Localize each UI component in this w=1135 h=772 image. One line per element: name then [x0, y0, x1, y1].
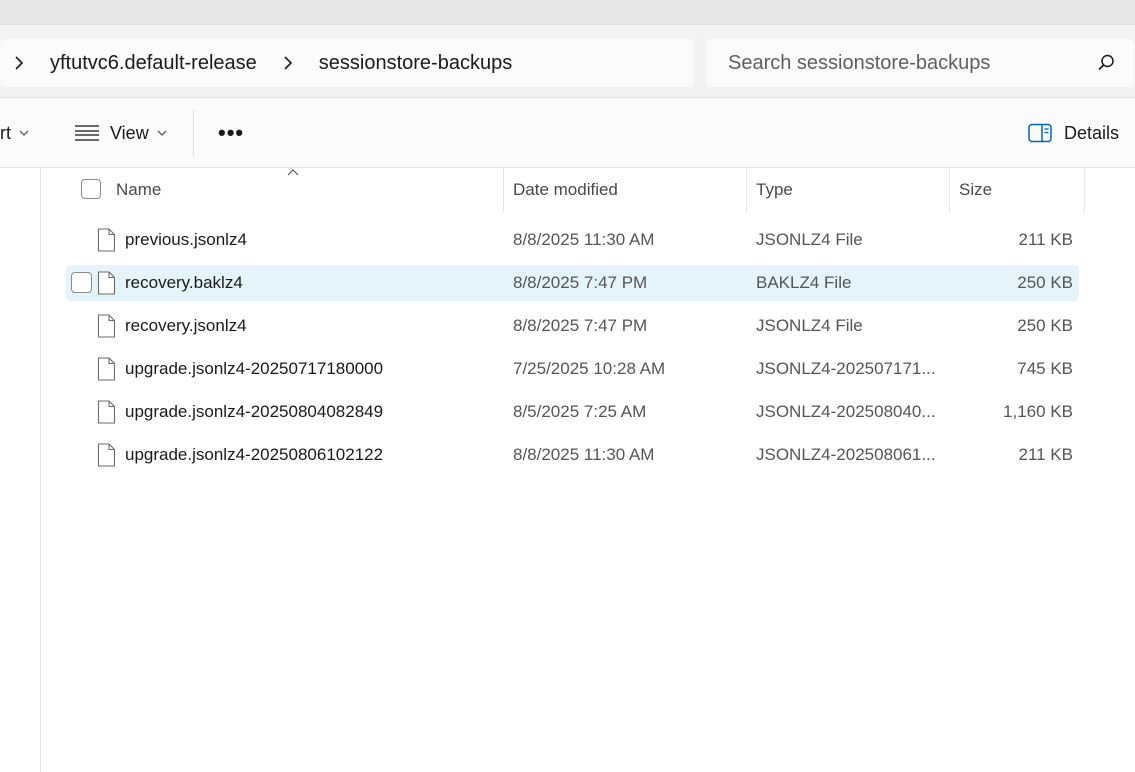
chevron-down-icon — [157, 130, 167, 136]
file-type: JSONLZ4-202508040... — [756, 402, 936, 421]
row-checkbox[interactable] — [71, 272, 92, 293]
file-date-modified: 8/8/2025 7:47 PM — [513, 273, 648, 292]
details-pane-button[interactable]: Details — [1028, 98, 1119, 168]
file-icon — [97, 228, 116, 252]
column-header-row: Name Date modified Type Size — [0, 168, 1135, 212]
file-name: recovery.baklz4 — [125, 273, 243, 292]
file-type: JSONLZ4-202508061... — [756, 445, 936, 464]
file-date-modified: 7/25/2025 10:28 AM — [513, 359, 666, 378]
search-input[interactable] — [706, 51, 1066, 75]
list-lines-icon — [75, 125, 99, 141]
breadcrumb-current-folder[interactable]: sessionstore-backups — [307, 52, 524, 75]
chevron-down-icon — [19, 130, 29, 136]
file-row[interactable]: recovery.baklz4 8/8/2025 7:47 PM BAKLZ4 Fi… — [66, 265, 1079, 301]
file-row[interactable]: upgrade.jsonlz4-20250806102122 8/8/2025 1… — [66, 437, 1079, 473]
navigation-pane-border — [40, 168, 41, 772]
column-header-size[interactable]: Size — [959, 168, 992, 212]
search-icon[interactable] — [1096, 53, 1116, 73]
column-header-name[interactable]: Name — [116, 168, 161, 212]
toolbar-divider — [193, 109, 194, 157]
file-size: 250 KB — [1017, 316, 1073, 335]
column-header-type[interactable]: Type — [756, 168, 793, 212]
command-bar: rt View ••• Details — [0, 98, 1135, 168]
file-icon — [97, 271, 116, 295]
column-resize-handle[interactable] — [746, 168, 747, 212]
sort-label: rt — [0, 122, 11, 143]
file-list-pane: Name Date modified Type Size previous.js… — [0, 168, 1135, 772]
file-date-modified: 8/5/2025 7:25 AM — [513, 402, 647, 421]
file-icon — [97, 400, 116, 424]
file-date-modified: 8/8/2025 11:30 AM — [513, 230, 655, 249]
file-type: JSONLZ4 File — [756, 230, 863, 249]
file-type: JSONLZ4-202507171... — [756, 359, 936, 378]
select-all-checkbox[interactable] — [81, 179, 101, 199]
column-resize-handle[interactable] — [1084, 168, 1085, 212]
sort-ascending-icon — [287, 169, 299, 176]
window-title-bar — [0, 0, 1135, 24]
file-row[interactable]: upgrade.jsonlz4-20250804082849 8/5/2025 7… — [66, 394, 1079, 430]
file-size: 745 KB — [1017, 359, 1073, 378]
file-name: upgrade.jsonlz4-20250717180000 — [125, 359, 384, 378]
file-type: BAKLZ4 File — [756, 273, 852, 292]
file-row[interactable]: upgrade.jsonlz4-20250717180000 7/25/2025 … — [66, 351, 1079, 387]
chevron-right-icon[interactable] — [269, 39, 307, 87]
view-button[interactable]: View — [74, 98, 167, 168]
breadcrumb-profile[interactable]: yftutvc6.default-release — [38, 52, 269, 75]
file-size: 250 KB — [1017, 273, 1073, 292]
view-label: View — [110, 122, 149, 143]
file-size: 1,160 KB — [1003, 402, 1073, 421]
chevron-right-icon[interactable] — [0, 39, 38, 87]
address-bar[interactable]: yftutvc6.default-release sessionstore-ba… — [0, 39, 694, 87]
details-label: Details — [1064, 122, 1120, 143]
file-type: JSONLZ4 File — [756, 316, 863, 335]
search-box[interactable] — [706, 39, 1134, 87]
file-date-modified: 8/8/2025 11:30 AM — [513, 445, 655, 464]
file-name: upgrade.jsonlz4-20250806102122 — [125, 445, 384, 464]
file-icon — [97, 443, 116, 467]
file-name: recovery.jsonlz4 — [125, 316, 247, 335]
address-bar-row: yftutvc6.default-release sessionstore-ba… — [0, 24, 1135, 98]
file-row[interactable]: recovery.jsonlz4 8/8/2025 7:47 PM JSONLZ4 … — [66, 308, 1079, 344]
file-name: previous.jsonlz4 — [125, 230, 247, 249]
more-options-button[interactable]: ••• — [218, 98, 244, 168]
file-date-modified: 8/8/2025 7:47 PM — [513, 316, 648, 335]
file-row[interactable]: previous.jsonlz4 8/8/2025 11:30 AM JSONLZ4… — [66, 222, 1079, 258]
file-icon — [97, 357, 116, 381]
details-pane-icon — [1028, 123, 1052, 143]
file-size: 211 KB — [1018, 445, 1073, 464]
sort-button[interactable]: rt — [0, 98, 29, 168]
file-icon — [97, 314, 116, 338]
file-size: 211 KB — [1018, 230, 1073, 249]
column-resize-handle[interactable] — [949, 168, 950, 212]
column-header-date[interactable]: Date modified — [513, 168, 618, 212]
file-name: upgrade.jsonlz4-20250804082849 — [125, 402, 384, 421]
column-resize-handle[interactable] — [503, 168, 504, 212]
